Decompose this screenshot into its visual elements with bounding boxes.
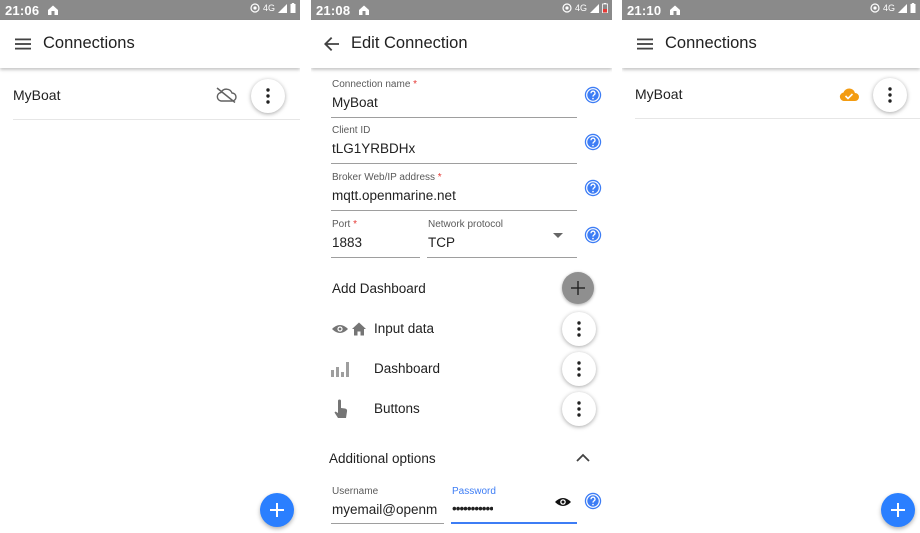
- hotspot-icon: [870, 3, 880, 13]
- add-connection-button[interactable]: [260, 493, 294, 527]
- touch-icon: [334, 399, 348, 418]
- home-notification-icon: [359, 5, 369, 15]
- connection-name: MyBoat: [13, 87, 61, 103]
- cloud-done-icon: [839, 88, 859, 101]
- home-notification-icon: [48, 5, 58, 15]
- page-title: Edit Connection: [351, 34, 468, 52]
- port-label: Port *: [332, 219, 358, 230]
- additional-options-header[interactable]: Additional options: [311, 440, 612, 476]
- additional-options-label: Additional options: [329, 451, 436, 466]
- network-type: 4G: [574, 3, 587, 13]
- broker-address-field[interactable]: Broker Web/IP address * mqtt.openmarine.…: [331, 172, 577, 211]
- password-label: Password: [452, 486, 496, 497]
- cloud-off-icon: [216, 87, 237, 103]
- status-bar: 21:06 4G: [0, 0, 300, 20]
- username-value: myemail@openm: [332, 502, 438, 517]
- edit-connection-screen: 21:08 4G Edit Connection Connection name…: [311, 0, 612, 533]
- network-protocol-value: TCP: [428, 235, 455, 250]
- connection-name: MyBoat: [635, 86, 683, 102]
- connections-screen: 21:10 4G Connections MyBoat: [622, 0, 920, 533]
- plus-icon: [571, 281, 585, 295]
- more-vert-icon: [577, 321, 581, 337]
- connection-name-field[interactable]: Connection name * MyBoat: [331, 79, 577, 118]
- signal-icon: [590, 3, 599, 13]
- more-vert-icon: [577, 361, 581, 377]
- menu-icon[interactable]: [14, 35, 32, 53]
- help-icon[interactable]: [584, 226, 602, 244]
- eye-home-icon: [332, 322, 366, 336]
- signal-icon: [898, 3, 907, 13]
- connection-name-value: MyBoat: [332, 95, 378, 110]
- status-icons: 4G: [870, 3, 916, 13]
- network-protocol-label: Network protocol: [428, 219, 504, 230]
- dashboard-label: Dashboard: [374, 361, 441, 376]
- client-id-label: Client ID: [332, 125, 371, 136]
- help-icon[interactable]: [584, 86, 602, 104]
- dashboard-menu-button[interactable]: [562, 392, 596, 426]
- status-icons: 4G: [562, 3, 608, 13]
- help-icon[interactable]: [584, 179, 602, 197]
- page-title: Connections: [665, 34, 757, 52]
- dashboard-label: Buttons: [374, 401, 420, 416]
- status-bar: 21:10 4G: [622, 0, 920, 20]
- more-vert-icon: [888, 87, 892, 103]
- connection-menu-button[interactable]: [251, 79, 285, 113]
- menu-icon[interactable]: [636, 35, 654, 53]
- broker-address-label: Broker Web/IP address *: [332, 172, 442, 183]
- connection-row[interactable]: MyBoat: [635, 69, 920, 119]
- plus-icon: [270, 503, 284, 517]
- dashboard-item-buttons[interactable]: Buttons: [331, 392, 612, 426]
- dashboard-item-dashboard[interactable]: Dashboard: [331, 352, 612, 386]
- username-label: Username: [332, 486, 379, 497]
- port-field[interactable]: Port * 1883: [331, 219, 420, 258]
- more-vert-icon: [577, 401, 581, 417]
- bar-chart-icon: [331, 362, 349, 377]
- network-type: 4G: [882, 3, 895, 13]
- dashboard-menu-button[interactable]: [562, 352, 596, 386]
- add-dashboard-label: Add Dashboard: [332, 281, 426, 296]
- plus-icon: [891, 503, 905, 517]
- client-id-value: tLG1YRBDHx: [332, 141, 416, 156]
- password-value: •••••••••••: [452, 501, 493, 516]
- dashboard-menu-button[interactable]: [562, 312, 596, 346]
- battery-low-icon: [602, 3, 608, 13]
- page-title: Connections: [43, 34, 135, 52]
- network-type: 4G: [262, 3, 275, 13]
- more-vert-icon: [266, 88, 270, 104]
- status-bar: 21:08 4G: [311, 0, 612, 20]
- hotspot-icon: [562, 3, 572, 13]
- connection-name-label: Connection name *: [332, 79, 418, 90]
- status-time: 21:10: [627, 3, 662, 18]
- hotspot-icon: [250, 3, 260, 13]
- battery-icon: [910, 3, 916, 13]
- app-bar: Connections: [622, 20, 920, 68]
- home-notification-icon: [670, 5, 680, 15]
- dropdown-arrow-icon: [553, 233, 563, 238]
- battery-icon: [290, 3, 296, 13]
- back-arrow-icon[interactable]: [323, 35, 341, 53]
- eye-icon[interactable]: [554, 496, 572, 508]
- help-icon[interactable]: [584, 133, 602, 151]
- dashboard-item-input-data[interactable]: Input data: [331, 312, 612, 346]
- chevron-up-icon: [576, 453, 590, 462]
- status-time: 21:06: [5, 3, 40, 18]
- connection-menu-button[interactable]: [873, 78, 907, 112]
- network-protocol-select[interactable]: Network protocol TCP: [427, 219, 577, 258]
- signal-icon: [278, 3, 287, 13]
- port-value: 1883: [332, 235, 363, 250]
- dashboard-label: Input data: [374, 321, 435, 336]
- broker-address-value: mqtt.openmarine.net: [332, 188, 456, 203]
- add-dashboard-button[interactable]: [562, 272, 594, 304]
- status-icons: 4G: [250, 3, 296, 13]
- add-connection-button[interactable]: [881, 493, 915, 527]
- connections-screen: 21:06 4G Connections MyBoat: [0, 0, 300, 533]
- app-bar: Edit Connection: [311, 20, 612, 68]
- connection-row[interactable]: MyBoat: [13, 70, 300, 120]
- username-field[interactable]: Username myemail@openm: [331, 486, 444, 524]
- app-bar: Connections: [0, 20, 300, 68]
- status-time: 21:08: [316, 3, 351, 18]
- client-id-field[interactable]: Client ID tLG1YRBDHx: [331, 125, 577, 164]
- help-icon[interactable]: [584, 492, 602, 510]
